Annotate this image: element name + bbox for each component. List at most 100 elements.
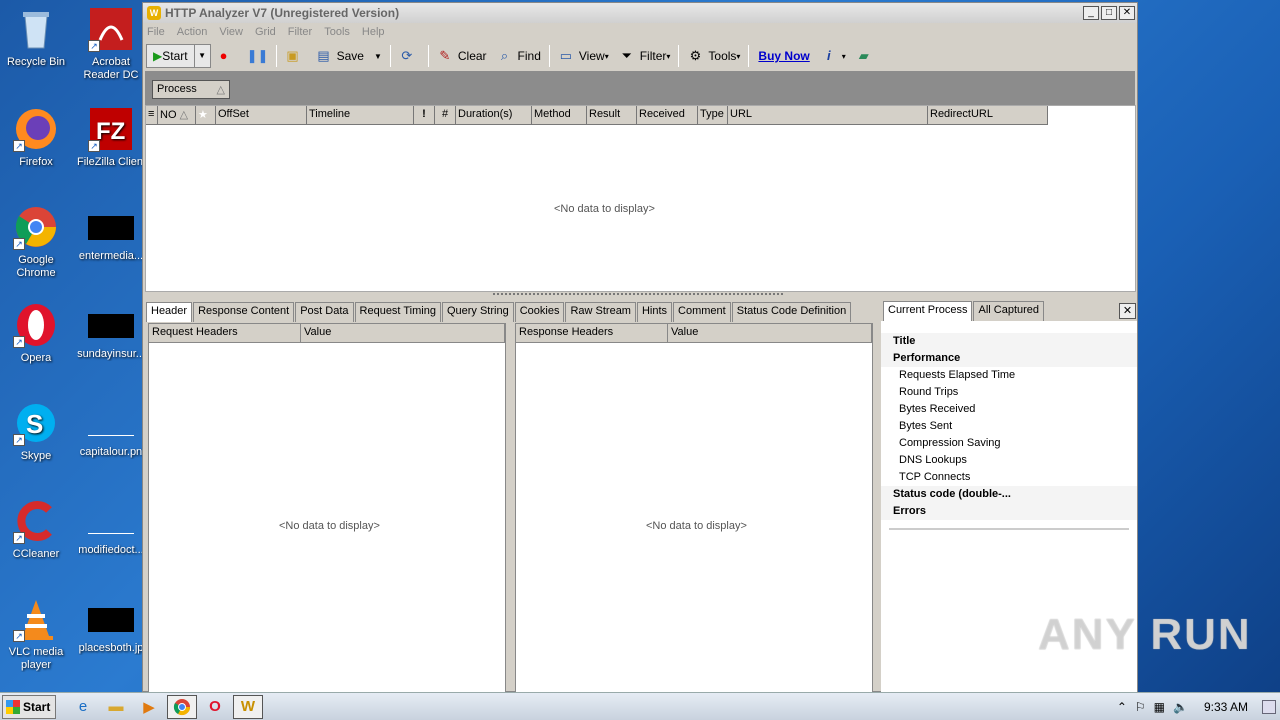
menu-grid[interactable]: Grid: [255, 26, 276, 38]
file-shortcut-modifiedoct[interactable]: modifiedoct...: [77, 498, 145, 557]
file-shortcut-entermedia[interactable]: entermedia...: [77, 204, 145, 263]
tab-comment[interactable]: Comment: [673, 302, 731, 322]
view-menu-button[interactable]: ▭ View ▾: [553, 44, 614, 68]
help-book-button[interactable]: ▰: [851, 44, 882, 68]
tab-cookies[interactable]: Cookies: [514, 302, 565, 322]
volume-icon[interactable]: 🔈: [1173, 700, 1188, 714]
tab-raw-stream[interactable]: Raw Stream: [565, 302, 636, 322]
start-button[interactable]: ▶ Start: [146, 44, 195, 68]
find-button[interactable]: ⌕ Find: [492, 44, 546, 68]
save-button[interactable]: ▤ Save ▼: [311, 44, 387, 68]
windows-logo-icon: [6, 699, 20, 714]
col-duration[interactable]: Duration(s): [456, 106, 532, 125]
file-shortcut-placesboth[interactable]: placesboth.jp: [77, 596, 145, 655]
chrome-shortcut[interactable]: ↗ Google Chrome: [2, 204, 70, 280]
tab-hints[interactable]: Hints: [636, 302, 673, 322]
tab-post-data[interactable]: Post Data: [295, 302, 354, 322]
clock[interactable]: 9:33 AM: [1204, 700, 1248, 714]
tray-expand-icon[interactable]: ⌃: [1117, 700, 1127, 714]
ccleaner-shortcut[interactable]: ↗ CCleaner: [2, 498, 70, 561]
summary-status-code[interactable]: Status code (double-...: [881, 486, 1137, 503]
floppy-icon: ▤: [317, 48, 330, 63]
splitter-handle[interactable]: [493, 293, 783, 297]
vlc-shortcut[interactable]: ↗ VLC media player: [2, 596, 70, 672]
menu-view[interactable]: View: [219, 26, 243, 38]
action-center-flag-icon[interactable]: ⚐: [1135, 700, 1146, 714]
col-timeline[interactable]: Timeline: [307, 106, 414, 125]
http-analyzer-taskbar-icon[interactable]: W: [233, 694, 263, 719]
request-empty-message: <No data to display>: [279, 520, 380, 532]
col-request-value[interactable]: Value: [301, 324, 505, 342]
menu-tools[interactable]: Tools: [324, 26, 350, 38]
col-response-headers[interactable]: Response Headers: [516, 324, 668, 342]
recycle-bin-shortcut[interactable]: Recycle Bin: [2, 6, 70, 69]
tab-response-content[interactable]: Response Content: [193, 302, 295, 322]
open-folder-icon: ▣: [286, 48, 299, 63]
summary-errors[interactable]: Errors: [881, 503, 1137, 520]
col-offset[interactable]: OffSet: [216, 106, 307, 125]
start-dropdown-button[interactable]: ▼: [194, 44, 211, 68]
filezilla-icon: FZ ↗: [88, 106, 134, 152]
pause-button[interactable]: ❚❚: [242, 44, 273, 68]
close-button[interactable]: ✕: [1119, 6, 1135, 20]
refresh-button[interactable]: ⟳: [394, 44, 425, 68]
buy-now-link[interactable]: Buy Now: [752, 49, 815, 63]
col-url[interactable]: URL: [728, 106, 928, 125]
network-icon[interactable]: ▦: [1154, 700, 1165, 714]
col-no[interactable]: NO △: [158, 106, 196, 125]
explorer-taskbar-icon[interactable]: ▬: [101, 695, 131, 719]
http-analyzer-window: W HTTP Analyzer V7 (Unregistered Version…: [142, 2, 1138, 693]
firefox-shortcut[interactable]: ↗ Firefox: [2, 106, 70, 169]
save-dropdown-icon[interactable]: ▼: [374, 52, 382, 61]
col-warning[interactable]: !: [414, 106, 435, 125]
opera-shortcut[interactable]: ↗ Opera: [2, 302, 70, 365]
menu-action[interactable]: Action: [177, 26, 208, 38]
file-shortcut-sundayinsur[interactable]: sundayinsur...: [77, 302, 145, 361]
opera-taskbar-icon[interactable]: O: [200, 695, 230, 719]
col-request-headers[interactable]: Request Headers: [149, 324, 301, 342]
skype-shortcut[interactable]: S ↗ Skype: [2, 400, 70, 463]
group-process-column[interactable]: Process △: [152, 80, 230, 99]
close-panel-button[interactable]: ✕: [1119, 303, 1136, 319]
open-button[interactable]: ▣: [280, 44, 311, 68]
tab-header[interactable]: Header: [146, 302, 193, 322]
menu-help[interactable]: Help: [362, 26, 385, 38]
menu-file[interactable]: File: [147, 26, 165, 38]
record-button[interactable]: ●: [211, 44, 242, 68]
row-selector-icon[interactable]: ≡: [146, 106, 158, 125]
tab-all-captured[interactable]: All Captured: [973, 301, 1045, 321]
filter-menu-button[interactable]: ⏷ Filter ▾: [614, 44, 676, 68]
title-bar[interactable]: W HTTP Analyzer V7 (Unregistered Version…: [143, 3, 1137, 23]
col-method[interactable]: Method: [532, 106, 587, 125]
col-received[interactable]: Received: [637, 106, 698, 125]
tab-query-string[interactable]: Query String: [441, 302, 514, 322]
col-result[interactable]: Result: [587, 106, 637, 125]
menu-filter[interactable]: Filter: [288, 26, 312, 38]
show-desktop-button[interactable]: [1262, 699, 1276, 714]
tab-request-timing[interactable]: Request Timing: [354, 302, 441, 322]
ie-taskbar-icon[interactable]: e: [68, 695, 98, 719]
col-response-value[interactable]: Value: [668, 324, 872, 342]
tools-menu-button[interactable]: ⚙ Tools ▾: [682, 44, 745, 68]
maximize-button[interactable]: □: [1101, 6, 1117, 20]
summary-performance[interactable]: Performance: [881, 350, 1137, 367]
col-redirect-url[interactable]: RedirectURL: [928, 106, 1048, 125]
start-menu-button[interactable]: Start: [2, 694, 56, 719]
tab-status-code-definition[interactable]: Status Code Definition: [731, 302, 852, 322]
filezilla-shortcut[interactable]: FZ ↗ FileZilla Client: [77, 106, 145, 169]
col-hash[interactable]: #: [435, 106, 456, 125]
clear-button[interactable]: ✎ Clear: [432, 44, 492, 68]
media-player-taskbar-icon[interactable]: ▶: [134, 695, 164, 719]
request-headers-panel: Request Headers Value <No data to displa…: [148, 323, 506, 693]
file-thumbnail: [88, 216, 134, 240]
info-button[interactable]: i ▾: [816, 44, 851, 68]
chrome-taskbar-icon[interactable]: [167, 694, 197, 719]
taskbar: Start e ▬ ▶ O W ⌃ ⚐ ▦ 🔈 9:33 AM: [0, 692, 1280, 720]
col-star[interactable]: ★: [196, 106, 216, 125]
col-type[interactable]: Type: [698, 106, 728, 125]
minimize-button[interactable]: _: [1083, 6, 1099, 20]
file-shortcut-capitalour[interactable]: capitalour.pn: [77, 400, 145, 459]
summary-tabs: Current Process All Captured: [883, 301, 1045, 321]
tab-current-process[interactable]: Current Process: [883, 301, 973, 321]
acrobat-shortcut[interactable]: ↗ Acrobat Reader DC: [77, 6, 145, 82]
